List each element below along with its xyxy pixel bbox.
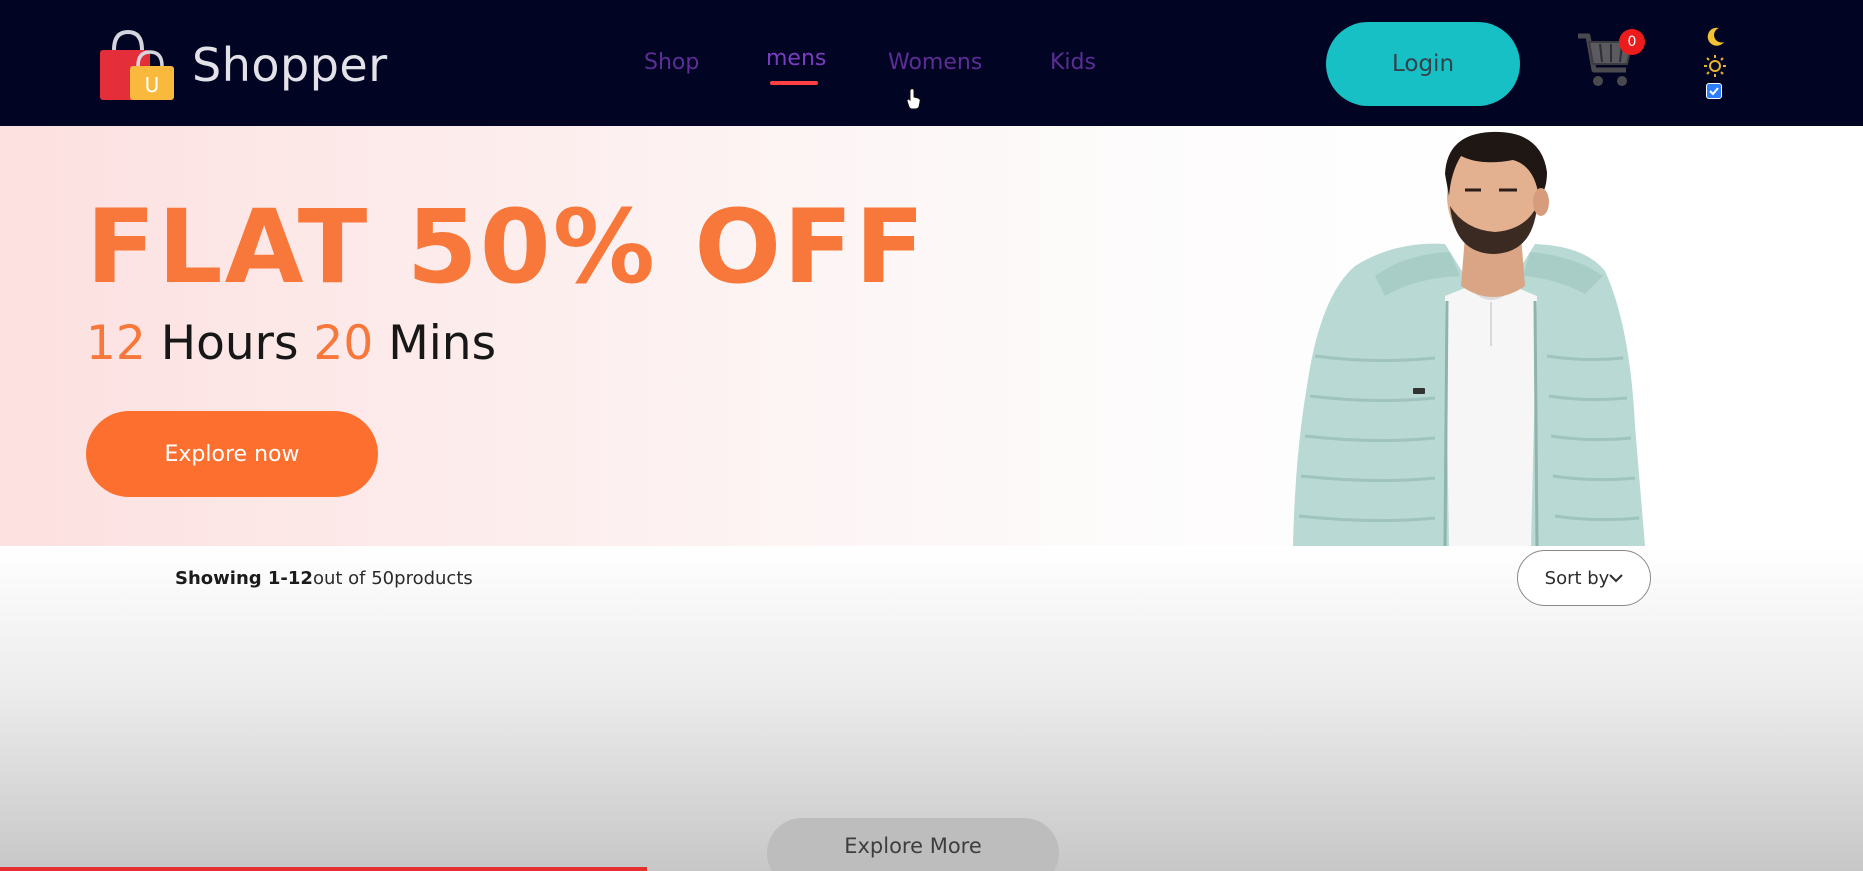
nav-item-womens[interactable]: Womens bbox=[888, 50, 982, 75]
hero-banner: FLAT 50% OFF 12 Hours 20 Mins Explore no… bbox=[0, 126, 1863, 546]
nav-item-kids[interactable]: Kids bbox=[1050, 50, 1096, 75]
brand-logo[interactable]: U Shopper bbox=[98, 28, 388, 102]
hero-title: FLAT 50% OFF bbox=[86, 188, 927, 307]
login-button[interactable]: Login bbox=[1326, 22, 1520, 106]
showing-suffix: products bbox=[394, 568, 473, 589]
theme-toggle-checkbox[interactable] bbox=[1706, 83, 1722, 99]
countdown-mins-label: Mins bbox=[388, 316, 497, 371]
moon-icon[interactable] bbox=[1704, 26, 1726, 48]
sun-icon[interactable] bbox=[1704, 55, 1726, 77]
sort-by-label: Sort by bbox=[1544, 567, 1610, 589]
explore-more-button[interactable]: Explore More bbox=[767, 818, 1059, 871]
countdown-mins: 20 bbox=[313, 316, 374, 371]
brand-name: Shopper bbox=[192, 38, 388, 92]
hand-pointer-icon bbox=[906, 88, 921, 110]
nav-item-mens[interactable]: mens bbox=[766, 46, 826, 71]
shopping-bag-logo-icon: U bbox=[100, 29, 174, 100]
logo-letter: U bbox=[145, 73, 160, 97]
showing-total: 50 bbox=[371, 568, 395, 589]
cart-count-badge: 0 bbox=[1619, 29, 1645, 55]
hero-model-image bbox=[1293, 131, 1645, 546]
navbar: U Shopper Shop mens Womens Kids Login 0 bbox=[0, 0, 1863, 126]
product-count-text: Showing 1-12out of 50products bbox=[175, 568, 473, 589]
explore-now-button[interactable]: Explore now bbox=[86, 411, 378, 497]
countdown-hours: 12 bbox=[86, 316, 146, 371]
showing-range: Showing 1-12 bbox=[175, 568, 313, 589]
active-nav-underline bbox=[770, 81, 818, 85]
sort-by-dropdown[interactable]: Sort by bbox=[1517, 550, 1651, 606]
check-icon bbox=[1709, 87, 1719, 96]
video-progress-bar bbox=[0, 867, 647, 871]
nav-item-shop[interactable]: Shop bbox=[644, 50, 699, 75]
chevron-down-icon bbox=[1609, 574, 1624, 583]
products-section: Showing 1-12out of 50products Sort by Ex… bbox=[0, 546, 1863, 871]
showing-out-of: out of bbox=[312, 568, 372, 589]
countdown-hours-label: Hours bbox=[160, 316, 299, 371]
sale-countdown: 12 Hours 20 Mins bbox=[86, 316, 496, 371]
